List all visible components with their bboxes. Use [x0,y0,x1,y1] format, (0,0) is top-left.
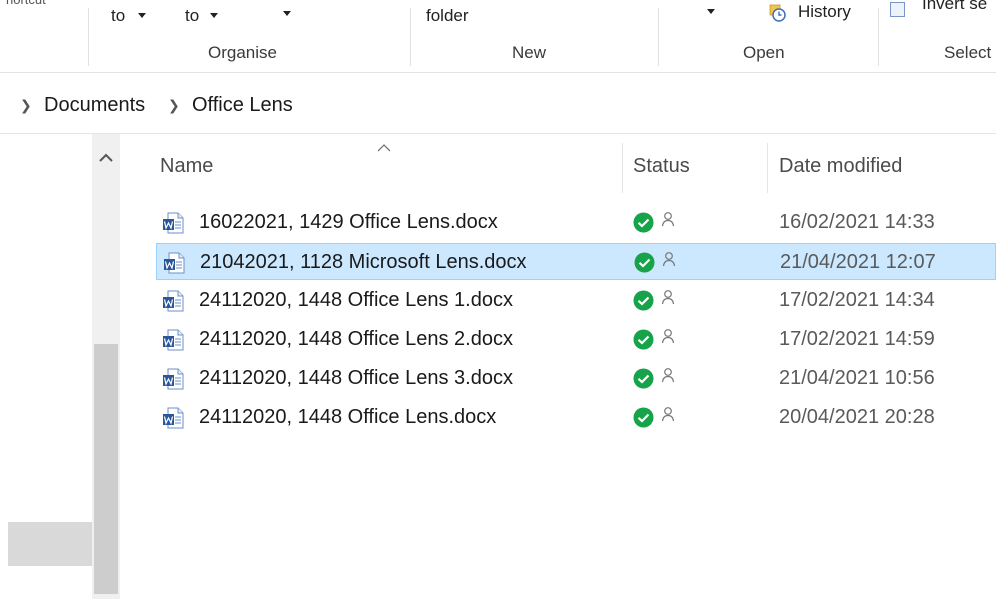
ribbon-group-organise: Organise [208,43,277,62]
breadcrumb-office-lens[interactable]: Office Lens [192,94,293,117]
word-document-icon [163,407,184,429]
breadcrumb-chevron-icon[interactable]: ❯ [20,97,32,114]
file-row[interactable]: 21042021, 1128 Microsoft Lens.docx 21/04/… [156,243,996,280]
column-divider[interactable] [622,143,623,193]
word-document-icon [164,252,185,274]
new-folder-button[interactable]: folder [426,6,469,26]
file-name[interactable]: 24112020, 1448 Office Lens.docx [199,406,496,429]
file-name[interactable]: 24112020, 1448 Office Lens 2.docx [199,328,513,351]
ribbon-separator [88,8,89,66]
file-row[interactable]: 16022021, 1429 Office Lens.docx 16/02/202… [156,204,996,241]
person-icon [661,329,675,344]
invert-selection-icon[interactable] [890,2,905,17]
ribbon-separator [410,8,411,66]
ribbon-separator [658,8,659,66]
invert-selection-button[interactable]: Invert se [922,0,987,14]
scroll-up-arrow-icon[interactable] [92,146,120,170]
word-document-icon [163,290,184,312]
person-icon [662,252,676,267]
ribbon-group-open: Open [743,43,785,62]
file-date-modified: 21/04/2021 10:56 [779,367,935,389]
sync-ok-check-icon [633,290,654,311]
person-icon [661,368,675,383]
ribbon-group-select: Select [944,43,992,62]
person-icon [661,212,675,227]
sort-ascending-icon [377,144,391,152]
sync-ok-check-icon [633,407,654,428]
file-name[interactable]: 16022021, 1429 Office Lens.docx [199,211,498,234]
word-document-icon [163,368,184,390]
chevron-down-icon[interactable] [283,11,291,16]
address-bar[interactable]: ❯ Documents ❯ Office Lens [0,77,996,134]
navigation-selected-item[interactable] [8,522,92,566]
breadcrumb-chevron-icon[interactable]: ❯ [168,97,180,114]
word-document-icon [163,329,184,351]
file-row[interactable]: 24112020, 1448 Office Lens 1.docx 17/02/2… [156,282,996,319]
file-date-modified: 17/02/2021 14:34 [779,289,935,311]
sync-ok-check-icon [633,368,654,389]
column-header-date-modified[interactable]: Date modified [779,155,902,178]
column-header-status[interactable]: Status [633,155,690,178]
column-divider[interactable] [767,143,768,193]
chevron-down-icon[interactable] [138,13,146,18]
column-header-name[interactable]: Name [160,155,213,178]
history-button[interactable]: History [798,2,851,22]
nav-scrollbar-thumb[interactable] [94,344,118,594]
file-date-modified: 16/02/2021 14:33 [779,211,935,233]
sync-ok-check-icon [634,252,655,273]
person-icon [661,290,675,305]
ribbon-separator [878,8,879,66]
person-icon [661,407,675,422]
file-name[interactable]: 24112020, 1448 Office Lens 3.docx [199,367,513,390]
file-date-modified: 17/02/2021 14:59 [779,328,935,350]
copy-to-button[interactable]: to [185,6,199,26]
file-row[interactable]: 24112020, 1448 Office Lens.docx 20/04/202… [156,399,996,436]
move-to-button[interactable]: to [111,6,125,26]
file-name[interactable]: 21042021, 1128 Microsoft Lens.docx [200,251,527,274]
sync-ok-check-icon [633,212,654,233]
history-icon[interactable] [768,4,786,22]
ribbon-group-new: New [512,43,547,62]
chevron-down-icon[interactable] [707,9,715,14]
file-name[interactable]: 24112020, 1448 Office Lens 1.docx [199,289,513,312]
file-row[interactable]: 24112020, 1448 Office Lens 3.docx 21/04/2… [156,360,996,397]
chevron-down-icon[interactable] [210,13,218,18]
breadcrumb-documents[interactable]: Documents [44,94,145,117]
sync-ok-check-icon [633,329,654,350]
file-date-modified: 21/04/2021 12:07 [780,251,936,273]
word-document-icon [163,212,184,234]
file-date-modified: 20/04/2021 20:28 [779,406,935,428]
ribbon: hortcut to to Organise folder New Histor… [0,0,996,73]
paste-shortcut-label[interactable]: hortcut [6,0,46,7]
file-row[interactable]: 24112020, 1448 Office Lens 2.docx 17/02/2… [156,321,996,358]
